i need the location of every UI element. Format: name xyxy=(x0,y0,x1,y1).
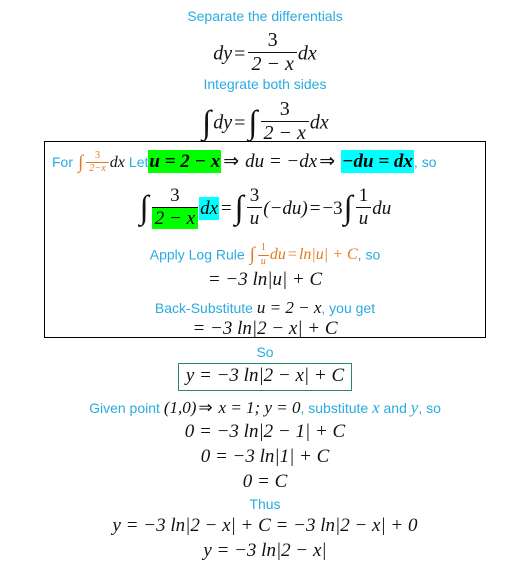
given-point-middle: , substitute xyxy=(300,400,369,416)
given-point-values: x = 1; y = 0 xyxy=(218,398,301,417)
rewrite-equals-2: = xyxy=(309,198,321,220)
step2-fraction-numerator: 3 xyxy=(279,98,290,120)
general-solution-row: y = −3 ln|2 − x| + C xyxy=(0,363,530,391)
general-solution-box: y = −3 ln|2 − x| + C xyxy=(177,363,353,391)
solve-line-1: 0 = −3 ln|2 − 1| + C xyxy=(184,421,346,442)
substitution-line: For ∫ 3 2−x dx Letu = 2 − x ⇒ du = −dx ⇒ −… xyxy=(0,150,530,175)
log-rule-fraction-numerator: 1 xyxy=(260,242,266,253)
step1-equals: = xyxy=(234,42,246,65)
log-rule-result: = −3 ln|u| + C xyxy=(207,269,323,290)
rewrite-differential-highlight: dx xyxy=(199,197,219,221)
rewrite-coefficient: −3 xyxy=(322,198,343,220)
step1-trailing: dx xyxy=(297,42,317,65)
thus-heading: Thus xyxy=(249,496,281,512)
rewrite-fraction-3-denominator: u xyxy=(355,206,372,229)
rewrite-fraction-1: 3 2 − x xyxy=(151,185,199,229)
log-rule-formula: ∫ 1 u du = ln|u| + C xyxy=(249,242,358,267)
rewrite-paren-term: (−du) xyxy=(263,198,308,220)
back-substitute-result: = −3 ln|2 − x| + C xyxy=(192,318,338,339)
implies-symbol-1: ⇒ xyxy=(223,151,240,172)
given-point-suffix: , so xyxy=(418,400,441,416)
step2-lhs: dy xyxy=(213,111,233,134)
rewrite-equals-1: = xyxy=(221,198,232,220)
log-rule-equals: = xyxy=(287,246,297,264)
so-heading: So xyxy=(256,344,274,360)
final-answer-line: y = −3 ln|2 − x| xyxy=(203,540,327,561)
given-point-var-x: x xyxy=(372,398,380,417)
implies-symbol-2: ⇒ xyxy=(319,151,336,172)
back-substitute-equation: u = 2 − x xyxy=(256,298,322,317)
substitution-fraction-numerator: 3 xyxy=(94,149,101,161)
solve-line-3: 0 = C xyxy=(242,471,288,492)
back-substitute-prefix: Back-Substitute xyxy=(154,300,253,316)
dx-expression-highlight: −du = dx xyxy=(341,150,414,173)
given-point-and: and xyxy=(383,400,407,416)
given-point-line: Given point (1,0) ⇒ x = 1; y = 0, substit… xyxy=(0,398,530,418)
log-rule-suffix: , so xyxy=(357,246,381,263)
log-rule-line: Apply Log Rule ∫ 1 u du = ln|u| + C, so xyxy=(0,242,530,267)
substitution-fraction: 3 2−x xyxy=(86,149,109,175)
rewrite-fraction-3-numerator: 1 xyxy=(358,185,369,206)
rewrite-fraction-1-denominator: 2 − x xyxy=(151,206,199,229)
substitution-prefix: For xyxy=(52,154,73,170)
substitution-suffix: , so xyxy=(413,154,437,170)
log-rule-result-expression: ln|u| + C xyxy=(298,246,358,264)
log-rule-fraction-denominator: u xyxy=(257,254,269,268)
step2-equation: ∫ dy =∫ 3 2 − x dx xyxy=(202,98,329,144)
log-rule-fraction: 1 u xyxy=(257,242,269,268)
u-substitution-highlight: u = 2 − x xyxy=(148,150,222,173)
substitution-fraction-denominator: 2−x xyxy=(86,162,109,175)
step1-lhs: dy xyxy=(213,42,233,65)
solve-line-2: 0 = −3 ln|1| + C xyxy=(200,446,330,467)
step1-fraction-numerator: 3 xyxy=(267,29,278,51)
given-point-value: (1,0) xyxy=(163,398,197,417)
step1-fraction: 3 2 − x xyxy=(248,29,297,75)
log-rule-differential: du xyxy=(269,246,286,264)
step2-fraction: 3 2 − x xyxy=(260,98,309,144)
substitution-integral-expression: ∫ 3 2−x dx xyxy=(78,149,125,175)
du-expression: du = −dx xyxy=(245,151,318,172)
step2-trailing: dx xyxy=(309,111,329,134)
substitution-differential: dx xyxy=(109,154,125,171)
given-point-implies: ⇒ xyxy=(198,398,213,417)
back-substitute-line: Back-Substitute u = 2 − x, you get xyxy=(0,298,530,318)
back-substitute-suffix: , you get xyxy=(321,300,376,316)
step1-equation: dy = 3 2 − x dx xyxy=(0,30,530,75)
rewrite-line: ∫ 3 2 − x dx =∫ 3 u (−du) = −3∫ 1 u du xyxy=(139,185,392,229)
rewrite-fraction-2-numerator: 3 xyxy=(249,185,260,206)
step1-fraction-denominator: 2 − x xyxy=(248,52,297,75)
rewrite-fraction-2: 3 u xyxy=(246,185,263,229)
given-point-prefix: Given point xyxy=(89,400,160,416)
step1-heading: Separate the differentials xyxy=(187,8,343,24)
let-word: Let xyxy=(128,154,149,170)
rewrite-fraction-1-numerator: 3 xyxy=(170,185,180,206)
rewrite-fraction-2-denominator: u xyxy=(246,206,263,229)
rewrite-fraction-3: 1 u xyxy=(355,185,372,229)
step2-equals: = xyxy=(234,111,246,134)
step2-heading: Integrate both sides xyxy=(203,76,327,92)
log-rule-prefix: Apply Log Rule xyxy=(149,246,245,263)
final-substitute-line: y = −3 ln|2 − x| + C = −3 ln|2 − x| + 0 xyxy=(112,515,418,536)
rewrite-differential-2: du xyxy=(372,198,392,220)
worksheet-page: Separate the differentials dy = 3 2 − x d… xyxy=(0,0,530,561)
